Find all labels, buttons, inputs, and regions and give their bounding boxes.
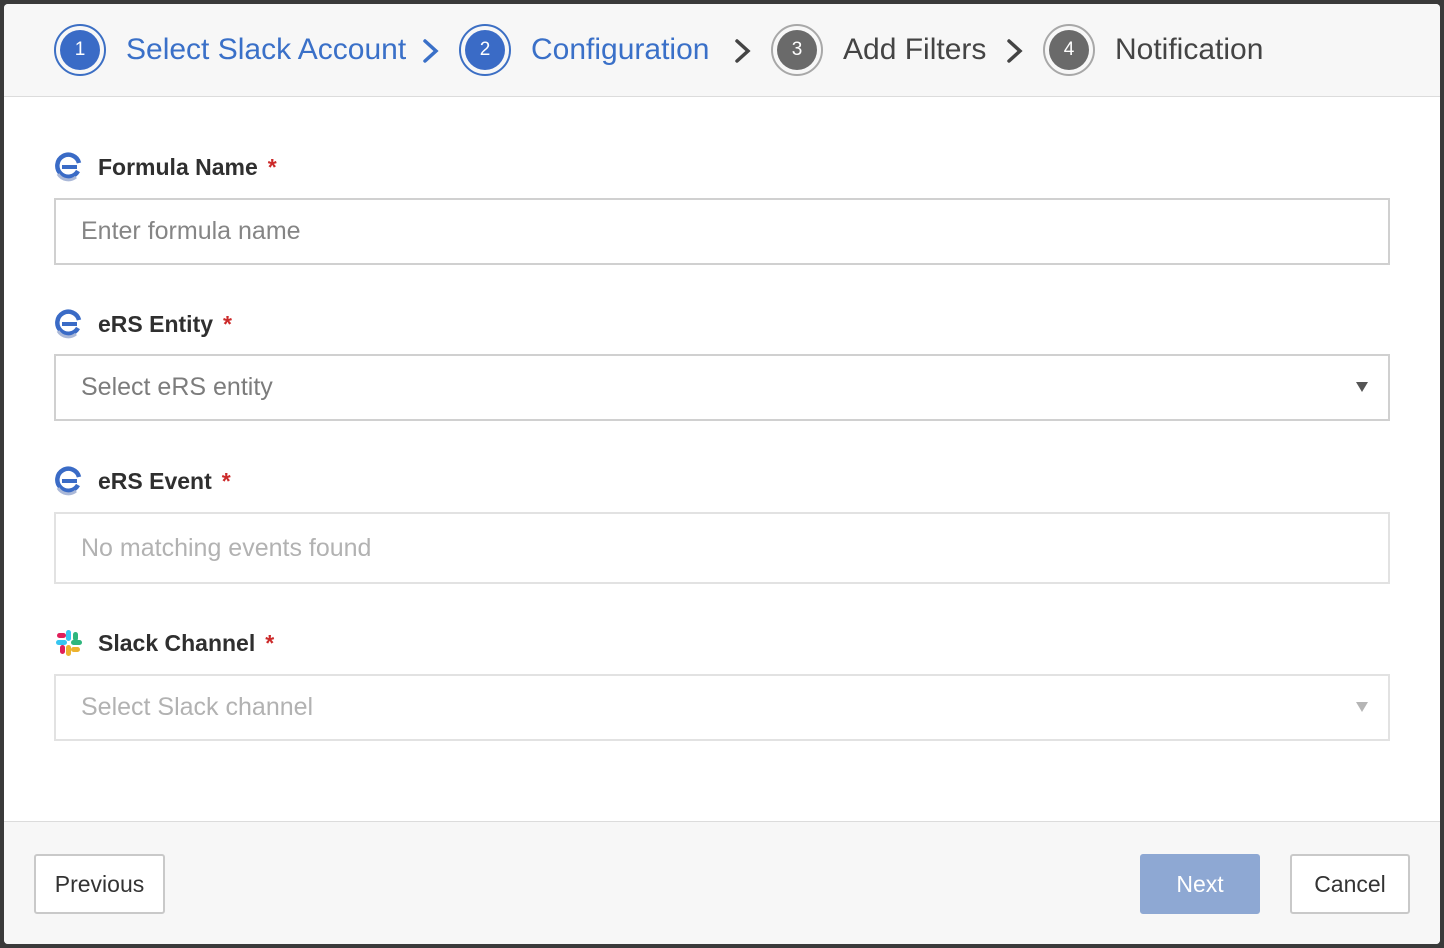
step-label: Configuration [531, 33, 710, 66]
step-add-filters[interactable]: 3 Add Filters [771, 24, 986, 76]
ers-logo-icon [55, 152, 82, 182]
chevron-right-icon [735, 39, 751, 63]
previous-button[interactable]: Previous [34, 854, 165, 914]
step-number-badge: 3 [771, 24, 823, 76]
slack-channel-select[interactable]: Select Slack channel [54, 674, 1390, 741]
step-label: Notification [1115, 33, 1264, 66]
slack-logo-icon [56, 630, 82, 656]
dropdown-caret-icon [1356, 382, 1368, 392]
ers-logo-icon [55, 466, 82, 496]
required-asterisk: * [221, 467, 231, 494]
step-select-slack-account[interactable]: 1 Select Slack Account [54, 24, 406, 76]
step-label: Add Filters [843, 33, 987, 66]
formula-name-input[interactable] [81, 217, 1388, 246]
cancel-button[interactable]: Cancel [1290, 854, 1410, 914]
step-notification[interactable]: 4 Notification [1043, 24, 1263, 76]
step-number-badge: 1 [54, 24, 106, 76]
slack-channel-placeholder: Select Slack channel [81, 693, 314, 721]
next-button[interactable]: Next [1140, 854, 1260, 914]
ers-event-field: No matching events found [54, 512, 1390, 584]
step-number-badge: 2 [459, 24, 511, 76]
ers-event-label: eRS Event * [54, 466, 231, 496]
ers-entity-placeholder: Select eRS entity [81, 373, 273, 401]
step-label: Select Slack Account [126, 33, 407, 66]
formula-name-input-wrapper[interactable] [54, 198, 1390, 265]
wizard-stepper: 1 Select Slack Account 2 Configuration 3… [4, 4, 1440, 97]
ers-event-placeholder: No matching events found [81, 533, 372, 562]
chevron-right-icon [1007, 39, 1023, 63]
ers-logo-icon [55, 309, 82, 339]
modal-footer: Previous Next Cancel [4, 821, 1440, 944]
required-asterisk: * [267, 153, 277, 180]
dropdown-caret-icon [1356, 702, 1368, 712]
required-asterisk: * [223, 310, 232, 337]
required-asterisk: * [265, 629, 275, 656]
step-configuration[interactable]: 2 Configuration [459, 24, 709, 76]
chevron-right-icon [423, 39, 439, 63]
formula-wizard-modal: 1 Select Slack Account 2 Configuration 3… [4, 4, 1440, 944]
ers-entity-select[interactable]: Select eRS entity [54, 354, 1390, 421]
step-number-badge: 4 [1043, 24, 1095, 76]
slack-channel-label: Slack Channel * [54, 628, 274, 658]
formula-name-label: Formula Name * [54, 152, 277, 182]
ers-entity-label: eRS Entity * [54, 309, 232, 339]
